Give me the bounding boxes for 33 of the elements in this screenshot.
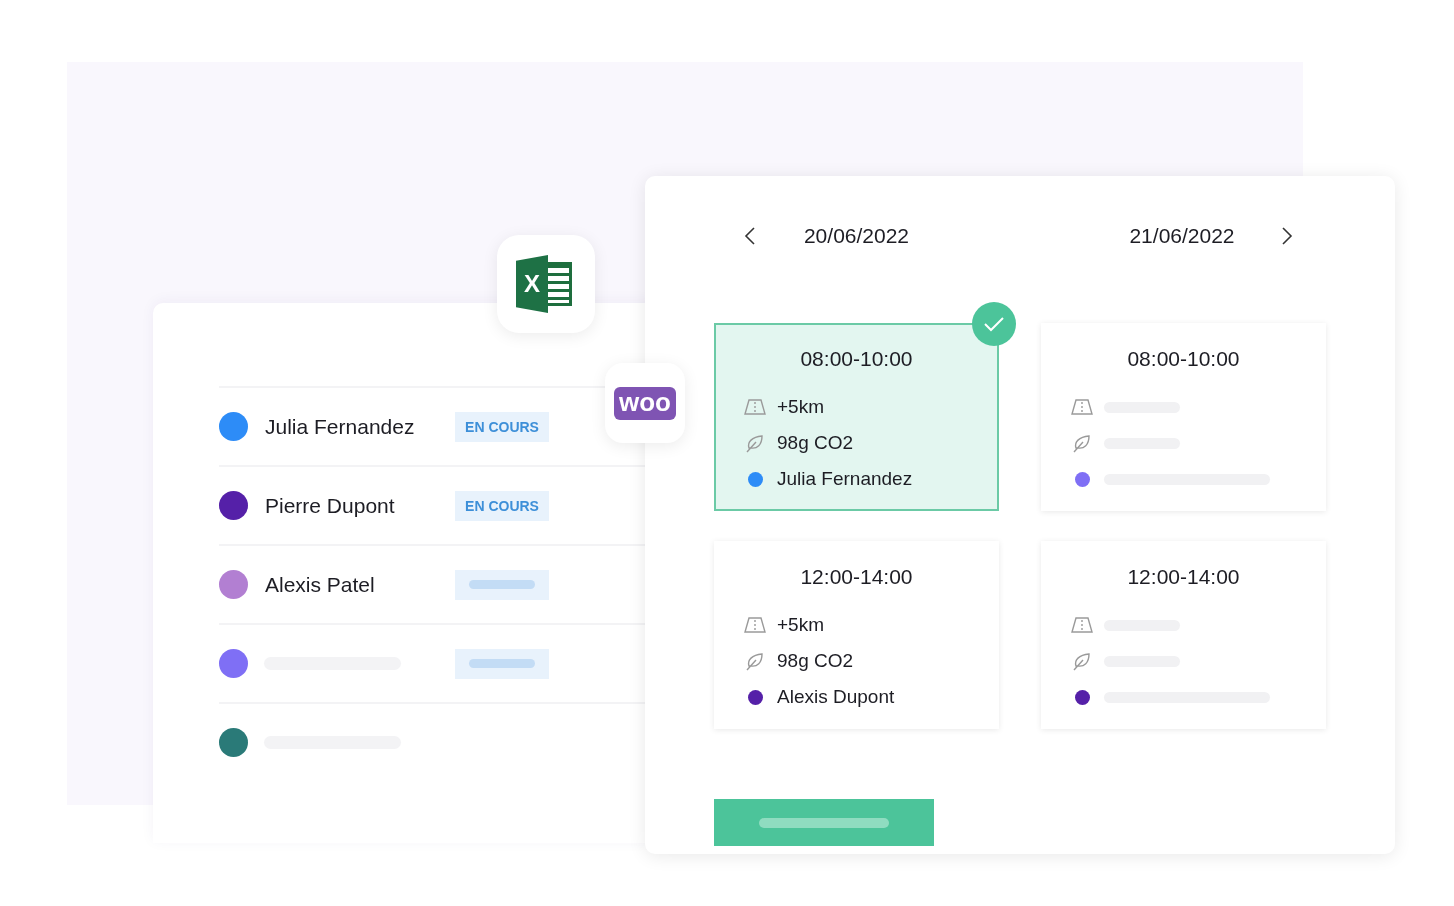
- status-badge: EN COURS: [455, 490, 549, 521]
- road-icon: [1070, 398, 1094, 416]
- leaf-icon: [745, 651, 765, 671]
- time-slot-card[interactable]: 08:00-10:00 +5km 98g CO2 Julia Fernandez: [714, 323, 999, 511]
- chevron-left-icon[interactable]: [744, 226, 756, 246]
- leaf-icon: [1072, 433, 1092, 453]
- co2-text: 98g CO2: [777, 432, 854, 454]
- check-icon: [972, 302, 1016, 346]
- time-slot-card[interactable]: 12:00-14:00: [1041, 541, 1326, 729]
- time-slot-card[interactable]: 08:00-10:00: [1041, 323, 1326, 511]
- date-label: 21/06/2022: [1128, 224, 1236, 248]
- slot-time: 12:00-14:00: [1126, 565, 1241, 589]
- driver-name: Alexis Dupont: [777, 686, 895, 708]
- status-badge: EN COURS: [455, 411, 549, 442]
- slot-time: 12:00-14:00: [799, 565, 914, 589]
- road-icon: [1070, 616, 1094, 634]
- time-slot-card[interactable]: 12:00-14:00 +5km 98g CO2 Alexis Dupont: [714, 541, 999, 729]
- person-name: Julia Fernandez: [265, 414, 416, 439]
- road-icon: [743, 616, 767, 634]
- leaf-icon: [1072, 651, 1092, 671]
- date-label: 20/06/2022: [802, 224, 911, 248]
- road-icon: [743, 398, 767, 416]
- leaf-icon: [745, 433, 765, 453]
- chevron-right-icon[interactable]: [1281, 226, 1293, 246]
- shop-logo: woo: [614, 386, 676, 420]
- slot-time: 08:00-10:00: [799, 347, 914, 371]
- slot-time: 08:00-10:00: [1126, 347, 1241, 371]
- distance-text: +5km: [777, 614, 824, 636]
- person-name: Alexis Patel: [265, 572, 376, 597]
- person-name: Pierre Dupont: [265, 493, 396, 518]
- driver-name: Julia Fernandez: [777, 468, 913, 490]
- distance-text: +5km: [777, 396, 824, 418]
- co2-text: 98g CO2: [777, 650, 854, 672]
